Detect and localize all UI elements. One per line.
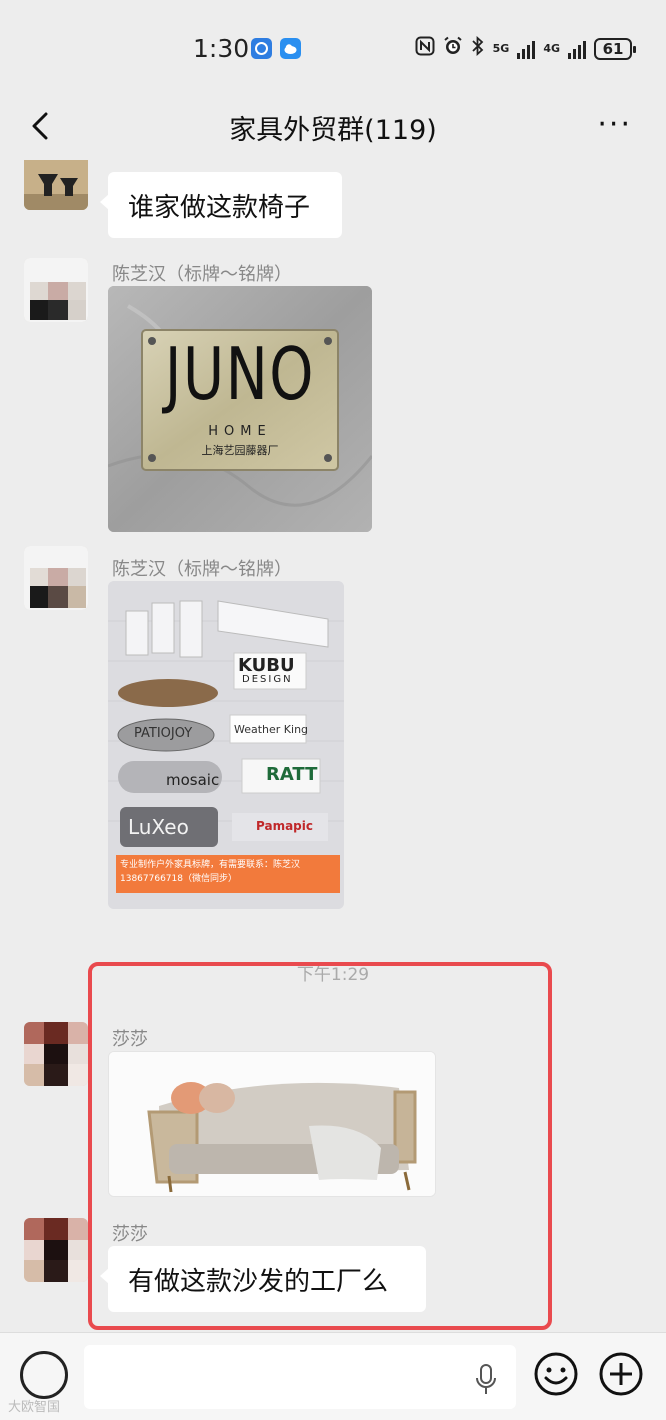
bluetooth-icon xyxy=(471,35,485,61)
group-title: 家具外贸群(119) xyxy=(229,115,437,146)
avatar[interactable] xyxy=(24,258,88,322)
label-mosaic: mosaic xyxy=(166,771,220,789)
highlight-box xyxy=(88,962,552,1330)
battery-icon: 61 xyxy=(594,37,636,60)
add-more-icon[interactable] xyxy=(598,1351,644,1397)
nameplate-factory: 上海艺园藤器厂 xyxy=(201,444,279,457)
chat-header: 家具外贸群(119) ··· xyxy=(0,96,666,160)
voice-input-icon[interactable] xyxy=(20,1351,68,1399)
message-bubble[interactable]: 谁家做这款椅子 xyxy=(100,172,342,238)
image-message[interactable]: JUNO HOME 上海艺园藤器厂 xyxy=(108,286,372,532)
app-notification-icon xyxy=(251,38,272,59)
message-input[interactable] xyxy=(84,1345,516,1409)
network-type-4g: 4G xyxy=(543,42,560,55)
chat-input-bar xyxy=(0,1332,666,1420)
avatar[interactable] xyxy=(24,1022,88,1086)
label-pamapic: Pamapic xyxy=(256,819,313,833)
status-bar: 1:30 5G 4G 61 xyxy=(0,0,666,96)
status-time: 1:30 xyxy=(193,34,250,63)
label-luxeo: LuXeo xyxy=(128,815,189,839)
sender-name: 陈芝汉（标牌～铭牌） xyxy=(112,264,292,285)
nameplate-sub: HOME xyxy=(208,424,272,439)
label-kubu: KUBU xyxy=(238,655,295,676)
avatar[interactable] xyxy=(24,160,88,210)
label-ratt: RATT xyxy=(266,764,318,785)
sender-name: 陈芝汉（标牌～铭牌） xyxy=(112,559,292,580)
label-weather-king: Weather King xyxy=(234,723,309,736)
alarm-icon xyxy=(443,36,463,61)
nfc-icon xyxy=(415,36,435,61)
avatar[interactable] xyxy=(24,1218,88,1282)
image-message[interactable]: KUBU DESIGN PATIOJOY Weather King mosaic… xyxy=(108,581,344,909)
label-ad-text: 专业制作户外家具标牌，有需要联系：陈芝汉 13867766718（微信同步） xyxy=(120,860,301,884)
label-design: DESIGN xyxy=(242,674,293,685)
message-text: 谁家做这款椅子 xyxy=(128,192,311,223)
cloud-notification-icon xyxy=(280,38,301,59)
label-patiojoy: PATIOJOY xyxy=(134,726,193,741)
signal-icon xyxy=(517,39,536,59)
signal-icon-2 xyxy=(568,39,586,59)
network-type-5g: 5G xyxy=(492,42,510,55)
microphone-icon[interactable] xyxy=(474,1363,498,1397)
avatar[interactable] xyxy=(24,546,88,610)
watermark-text: 大欧智国 xyxy=(8,1400,61,1415)
emoji-icon[interactable] xyxy=(533,1351,579,1397)
nameplate-brand: JUNO xyxy=(164,332,316,416)
more-options-icon[interactable]: ··· xyxy=(597,110,632,140)
status-icons: 5G 4G 61 xyxy=(415,35,636,61)
